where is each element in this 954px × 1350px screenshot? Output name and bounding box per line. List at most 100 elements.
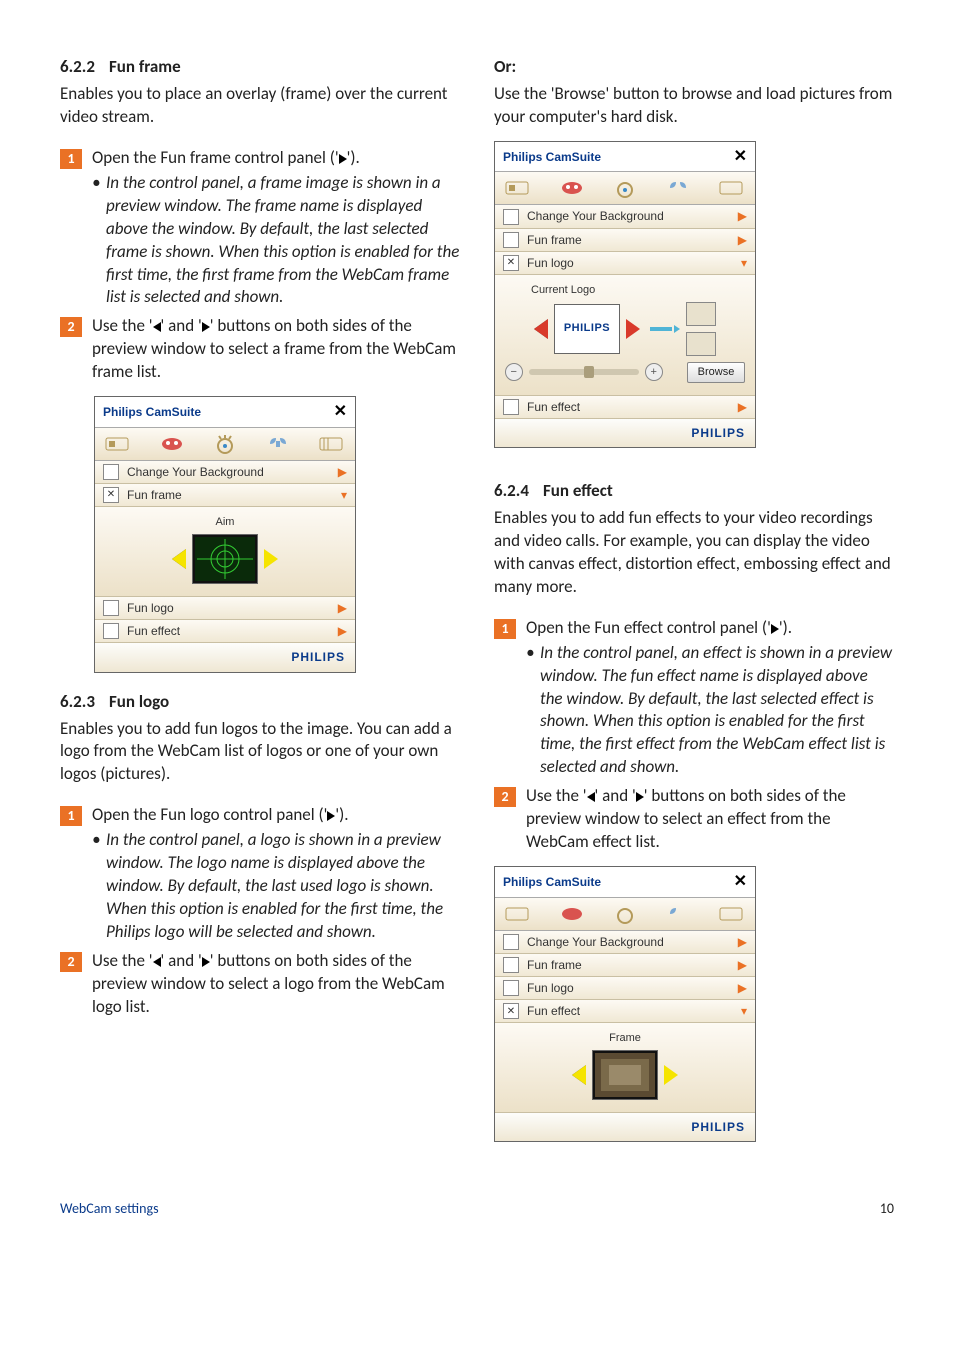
row-fun-effect[interactable]: Fun effect ▶	[95, 620, 355, 643]
expand-right-icon[interactable]: ▶	[738, 232, 747, 248]
panel-tabs	[495, 898, 755, 931]
collapse-down-icon[interactable]: ▾	[741, 255, 747, 271]
row-change-background[interactable]: Change Your Background ▶	[495, 205, 755, 228]
intro-fun-logo: Enables you to add fun logos to the imag…	[60, 718, 460, 787]
expand-right-icon[interactable]: ▶	[738, 934, 747, 950]
close-icon[interactable]: ✕	[334, 401, 347, 423]
checkbox-icon[interactable]: ✕	[503, 255, 519, 271]
decrease-button[interactable]: −	[505, 363, 523, 381]
expand-right-icon[interactable]: ▶	[338, 623, 347, 639]
panel-brand: PHILIPS	[495, 1113, 755, 1141]
row-change-background[interactable]: Change Your Background ▶	[95, 461, 355, 484]
collapse-down-icon[interactable]: ▾	[741, 1003, 747, 1019]
right-column: Or: Use the 'Browse' button to browse an…	[494, 56, 894, 1160]
tab-icon-5[interactable]	[715, 902, 747, 926]
tab-icon-2[interactable]	[156, 432, 188, 456]
tab-icon-3[interactable]	[609, 902, 641, 926]
placement-slot[interactable]	[686, 302, 716, 326]
tab-icon-1[interactable]	[503, 902, 535, 926]
tab-icon-2[interactable]	[556, 176, 588, 200]
heading-fun-logo: 6.2.3Fun logo	[60, 691, 460, 714]
tab-icon-1[interactable]	[103, 432, 135, 456]
expand-right-icon[interactable]: ▶	[738, 399, 747, 415]
checkbox-icon[interactable]	[503, 957, 519, 973]
step-badge-1: 1	[494, 619, 516, 639]
placement-slot[interactable]	[686, 332, 716, 356]
close-icon[interactable]: ✕	[734, 146, 747, 168]
preview-label: Current Logo	[531, 283, 747, 298]
expand-right-icon[interactable]: ▶	[738, 208, 747, 224]
checkbox-icon[interactable]: ✕	[503, 1003, 519, 1019]
heading-fun-effect: 6.2.4Fun effect	[494, 480, 894, 503]
row-fun-frame[interactable]: Fun frame ▶	[495, 954, 755, 977]
row-fun-logo[interactable]: Fun logo ▶	[95, 597, 355, 620]
expand-right-icon[interactable]: ▶	[738, 980, 747, 996]
checkbox-icon[interactable]	[503, 399, 519, 415]
camsuite-panel-funlogo: Philips CamSuite ✕ Change Your Backgroun…	[494, 141, 756, 448]
expand-right-icon[interactable]: ▶	[338, 600, 347, 616]
step-badge-2: 2	[60, 952, 82, 972]
checkbox-icon[interactable]	[103, 464, 119, 480]
step-badge-2: 2	[494, 787, 516, 807]
page-footer: WebCam settings 10	[60, 1200, 894, 1219]
panel-tabs	[95, 428, 355, 461]
browse-button[interactable]: Browse	[687, 362, 746, 383]
checkbox-icon[interactable]	[503, 232, 519, 248]
next-effect-button[interactable]	[664, 1065, 678, 1085]
expanded-fun-effect: Frame	[495, 1023, 755, 1113]
preview-thumbnail	[192, 534, 258, 584]
tab-icon-3[interactable]	[209, 432, 241, 456]
checkbox-icon[interactable]	[503, 209, 519, 225]
or-heading: Or:	[494, 56, 894, 79]
row-fun-frame[interactable]: Fun frame ▶	[495, 229, 755, 252]
prev-frame-button[interactable]	[172, 549, 186, 569]
next-logo-button[interactable]	[626, 319, 640, 339]
heading-fun-frame: 6.2.2Fun frame	[60, 56, 460, 79]
expand-right-icon[interactable]: ▶	[338, 464, 347, 480]
triangle-left-icon	[587, 792, 595, 802]
triangle-right-icon	[771, 624, 779, 634]
tab-icon-5[interactable]	[715, 176, 747, 200]
panel-brand: PHILIPS	[495, 419, 755, 447]
checkbox-icon[interactable]: ✕	[103, 487, 119, 503]
row-fun-effect[interactable]: Fun effect ▶	[495, 396, 755, 419]
size-slider[interactable]	[529, 369, 639, 375]
tab-icon-4[interactable]	[262, 432, 294, 456]
row-change-background[interactable]: Change Your Background ▶	[495, 931, 755, 954]
tab-icon-4[interactable]	[662, 902, 694, 926]
tab-icon-4[interactable]	[662, 176, 694, 200]
row-fun-logo[interactable]: ✕ Fun logo ▾	[495, 252, 755, 275]
checkbox-icon[interactable]	[503, 980, 519, 996]
steps-fun-logo: 1 Open the Fun logo control panel (''). …	[60, 804, 460, 1018]
collapse-down-icon[interactable]: ▾	[341, 487, 347, 503]
triangle-left-icon	[153, 322, 161, 332]
expand-right-icon[interactable]: ▶	[738, 957, 747, 973]
expanded-fun-frame: Aim	[95, 507, 355, 597]
close-icon[interactable]: ✕	[734, 871, 747, 893]
row-fun-frame[interactable]: ✕ Fun frame ▾	[95, 484, 355, 507]
tab-icon-2[interactable]	[556, 902, 588, 926]
tab-icon-3[interactable]	[609, 176, 641, 200]
placement-targets[interactable]	[686, 302, 716, 356]
step-badge-2: 2	[60, 317, 82, 337]
camsuite-panel-funframe: Philips CamSuite ✕ Change Your Backgroun…	[94, 396, 356, 672]
checkbox-icon[interactable]	[103, 600, 119, 616]
checkbox-icon[interactable]	[503, 934, 519, 950]
or-body: Use the 'Browse' button to browse and lo…	[494, 83, 894, 129]
panel-titlebar: Philips CamSuite ✕	[95, 397, 355, 428]
checkbox-icon[interactable]	[103, 623, 119, 639]
panel-brand: PHILIPS	[95, 643, 355, 671]
triangle-right-icon	[636, 792, 644, 802]
tab-icon-5[interactable]	[315, 432, 347, 456]
panel-titlebar: Philips CamSuite ✕	[495, 867, 755, 898]
prev-logo-button[interactable]	[534, 319, 548, 339]
slider-thumb[interactable]	[584, 366, 594, 378]
tab-icon-1[interactable]	[503, 176, 535, 200]
row-fun-effect[interactable]: ✕ Fun effect ▾	[495, 1000, 755, 1023]
increase-button[interactable]: +	[645, 363, 663, 381]
step1-bullet: In the control panel, an effect is shown…	[526, 642, 894, 780]
two-column-layout: 6.2.2Fun frame Enables you to place an o…	[60, 56, 894, 1160]
next-frame-button[interactable]	[264, 549, 278, 569]
row-fun-logo[interactable]: Fun logo ▶	[495, 977, 755, 1000]
prev-effect-button[interactable]	[572, 1065, 586, 1085]
